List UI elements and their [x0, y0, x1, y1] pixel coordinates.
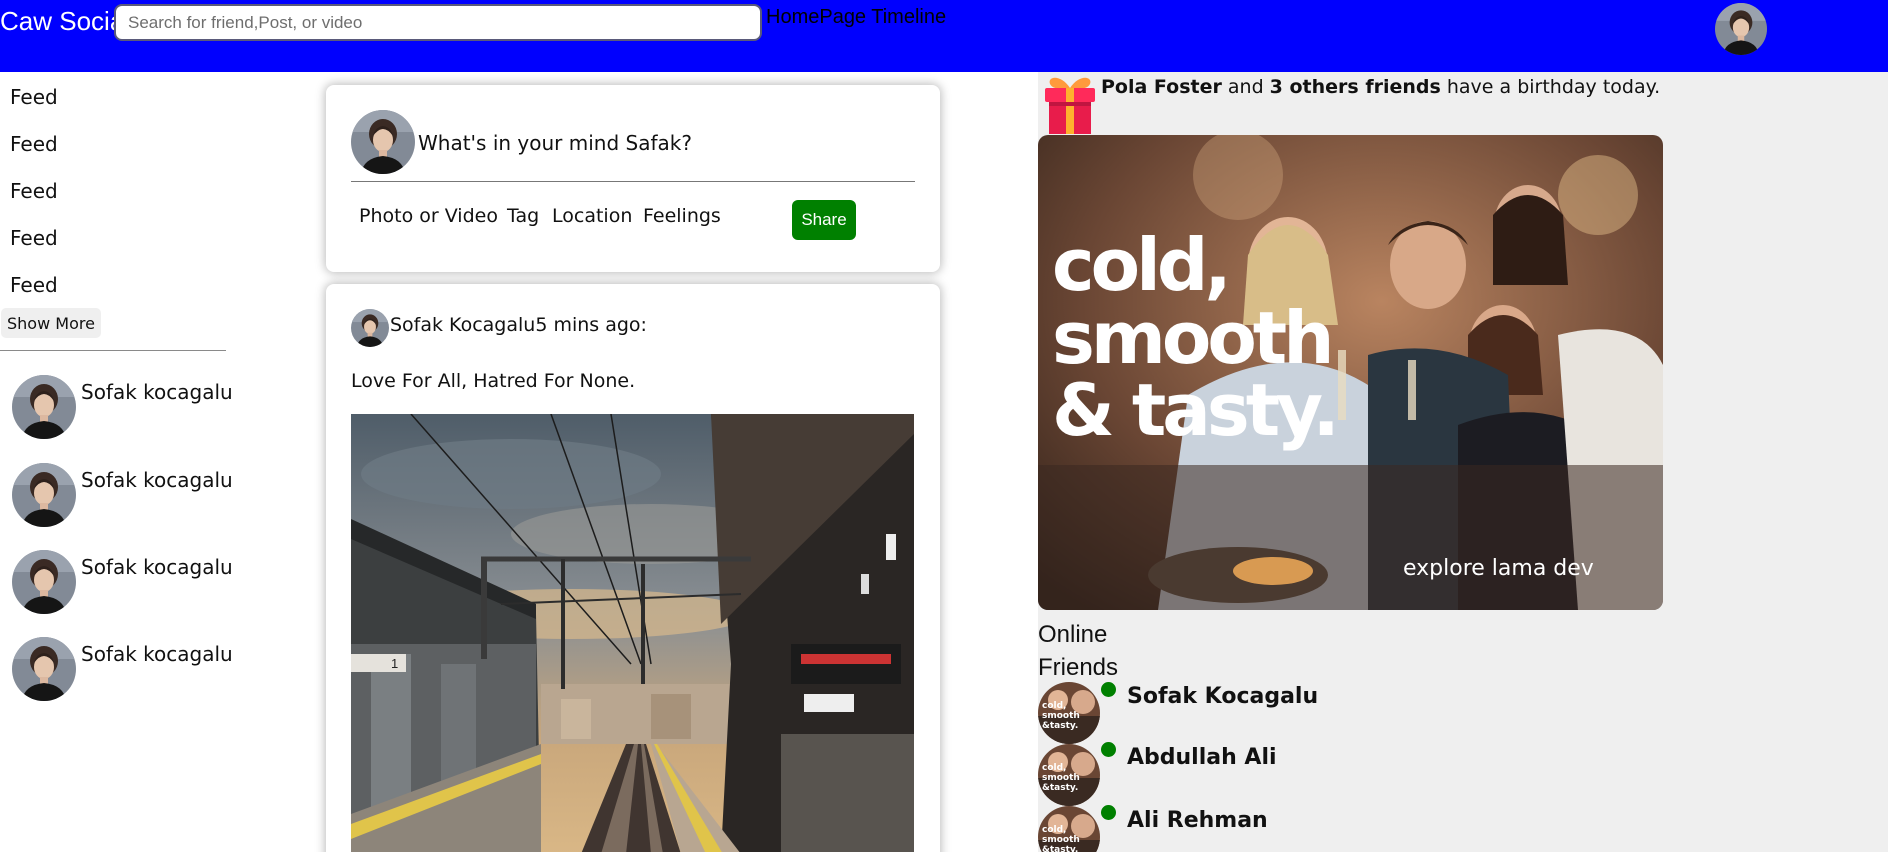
top-navbar: Caw Social HomePage Timeline	[0, 0, 1888, 72]
friend-avatar-image	[12, 463, 76, 527]
svg-text:cold,: cold,	[1042, 701, 1066, 711]
friend-name[interactable]: Sofak kocagalu	[81, 555, 233, 579]
online-friend-avatar-image: cold, smooth &tasty.	[1038, 744, 1100, 806]
share-input[interactable]: What's in your mind Safak?	[418, 131, 692, 155]
post-image[interactable]: 1	[351, 414, 914, 852]
birthday-others[interactable]: 3 others friends	[1270, 76, 1441, 98]
post-header: Sofak Kocagalu5 mins ago:	[390, 314, 647, 336]
share-divider	[351, 181, 915, 182]
option-feelings[interactable]: Feelings	[643, 205, 721, 227]
svg-text:&tasty.: &tasty.	[1042, 721, 1078, 731]
sidebar-divider	[0, 350, 226, 351]
online-dot-icon	[1101, 742, 1116, 757]
post-author-avatar-image	[351, 309, 389, 347]
online-friend-name[interactable]: Ali Rehman	[1127, 808, 1268, 833]
online-friend-avatar[interactable]: cold, smooth &tasty.	[1038, 744, 1100, 806]
online-friend-avatar[interactable]: cold, smooth &tasty.	[1038, 682, 1100, 744]
nav-link-homepage[interactable]: HomePage	[766, 6, 866, 28]
option-location[interactable]: Location	[552, 205, 632, 227]
friend-avatar-image	[12, 550, 76, 614]
promo-ad-graphic: cold, smooth & tasty. explore lama dev	[1038, 135, 1663, 610]
svg-text:&tasty.: &tasty.	[1042, 845, 1078, 852]
svg-text:smooth: smooth	[1042, 773, 1080, 783]
post-card: Sofak Kocagalu5 mins ago: Love For All, …	[326, 284, 940, 852]
post-author-avatar[interactable]	[351, 309, 389, 347]
sidebar-item-feed[interactable]: Feed	[10, 85, 58, 109]
show-more-button[interactable]: Show More	[1, 308, 101, 338]
svg-text:smooth: smooth	[1042, 711, 1080, 721]
post-text: Love For All, Hatred For None.	[351, 370, 636, 392]
online-friend-name[interactable]: Sofak Kocagalu	[1127, 684, 1318, 709]
online-dot-icon	[1101, 682, 1116, 697]
left-sidebar: Feed Feed Feed Feed Feed Show More Sofak…	[0, 72, 233, 852]
share-card: What's in your mind Safak? Photo or Vide…	[326, 85, 940, 272]
share-button[interactable]: Share	[792, 200, 856, 240]
friend-name[interactable]: Sofak kocagalu	[81, 468, 233, 492]
promo-line-1: cold,	[1052, 223, 1228, 307]
svg-text:cold,: cold,	[1042, 763, 1066, 773]
profile-avatar[interactable]	[1715, 3, 1767, 55]
promo-line-3: & tasty.	[1052, 368, 1336, 452]
online-friends-title: Online Friends	[1038, 621, 1119, 681]
friend-avatar[interactable]	[12, 463, 76, 527]
online-dot-icon	[1101, 805, 1116, 820]
promo-tagline: explore lama dev	[1403, 556, 1594, 581]
sidebar-item-feed[interactable]: Feed	[10, 179, 58, 203]
friend-avatar[interactable]	[12, 550, 76, 614]
gift-icon	[1041, 72, 1099, 136]
profile-avatar-image	[1715, 3, 1767, 55]
nav-links: HomePage Timeline	[766, 6, 946, 29]
online-friend-avatar-image: cold, smooth &tasty.	[1038, 682, 1100, 744]
birthday-notice: Pola Foster and 3 others friends have a …	[1101, 76, 1660, 98]
nav-link-timeline[interactable]: Timeline	[871, 6, 946, 28]
online-friend-avatar[interactable]: cold, smooth &tasty.	[1038, 806, 1100, 852]
svg-text:&tasty.: &tasty.	[1042, 783, 1078, 793]
share-avatar[interactable]	[351, 110, 415, 174]
post-time: 5 mins ago:	[535, 314, 647, 336]
svg-text:cold,: cold,	[1042, 825, 1066, 835]
friend-name[interactable]: Sofak kocagalu	[81, 380, 233, 404]
svg-text:smooth: smooth	[1042, 835, 1080, 845]
brand-logo[interactable]: Caw Social	[0, 6, 130, 37]
search-input[interactable]	[114, 4, 762, 41]
option-tag[interactable]: Tag	[507, 205, 539, 227]
promo-ad-image[interactable]: cold, smooth & tasty. explore lama dev	[1038, 135, 1663, 610]
sidebar-item-feed[interactable]: Feed	[10, 273, 58, 297]
post-image-train-station: 1	[351, 414, 914, 852]
online-friend-avatar-image: cold, smooth &tasty.	[1038, 806, 1100, 852]
option-photo-or-video[interactable]: Photo or Video	[359, 205, 498, 227]
friend-avatar[interactable]	[12, 637, 76, 701]
birthday-connector: and	[1221, 76, 1270, 98]
post-author-name[interactable]: Sofak Kocagalu	[390, 314, 535, 336]
friend-name[interactable]: Sofak kocagalu	[81, 642, 233, 666]
birthday-name[interactable]: Pola Foster	[1101, 76, 1222, 98]
share-avatar-image	[351, 110, 415, 174]
sidebar-item-feed[interactable]: Feed	[10, 132, 58, 156]
online-friend-name[interactable]: Abdullah Ali	[1127, 745, 1277, 770]
friend-avatar-image	[12, 375, 76, 439]
svg-text:1: 1	[391, 656, 398, 671]
friend-avatar[interactable]	[12, 375, 76, 439]
birthday-suffix: have a birthday today.	[1440, 76, 1661, 98]
right-sidebar: Pola Foster and 3 others friends have a …	[1038, 72, 1888, 852]
sidebar-item-feed[interactable]: Feed	[10, 226, 58, 250]
friend-avatar-image	[12, 637, 76, 701]
